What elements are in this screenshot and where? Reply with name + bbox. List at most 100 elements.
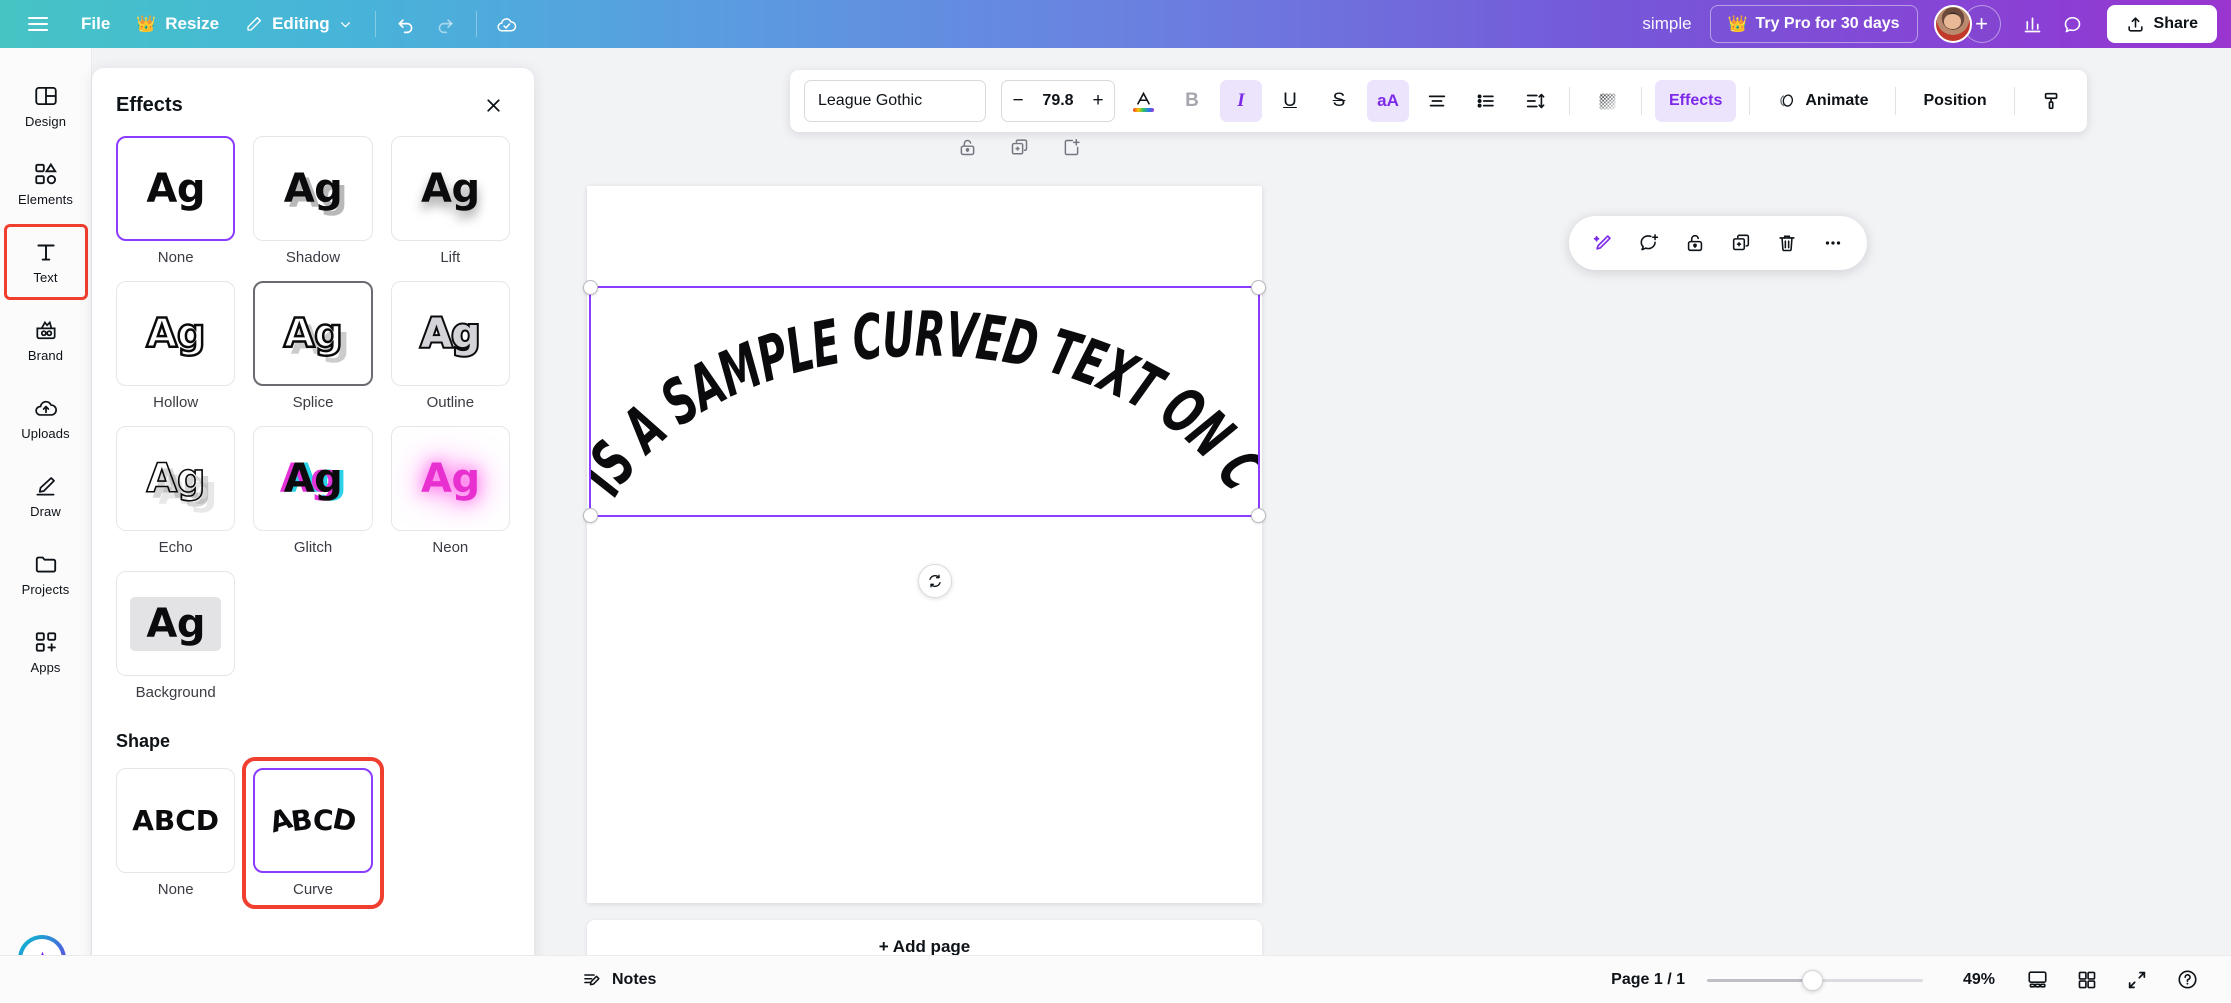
sidebar-item-label: Design — [25, 114, 66, 129]
notes-button[interactable]: Notes — [570, 962, 668, 998]
insights-button[interactable] — [2013, 5, 2053, 43]
zoom-percentage[interactable]: 49% — [1949, 971, 2009, 989]
cloud-saved-button[interactable] — [487, 5, 527, 43]
strikethrough-button[interactable]: S — [1318, 80, 1360, 122]
sidebar-item-design[interactable]: Design — [6, 70, 86, 142]
zoom-slider[interactable] — [1707, 970, 1923, 990]
effects-panel-body[interactable]: Ag None Ag Shadow Ag Lift — [92, 136, 534, 1003]
sidebar-item-text[interactable]: Text — [6, 226, 86, 298]
tune-button[interactable] — [2031, 80, 2073, 122]
undo-button[interactable] — [386, 5, 426, 43]
add-comment-button[interactable] — [1629, 223, 1669, 263]
resize-button[interactable]: 👑 Resize — [123, 7, 232, 41]
effect-label: Splice — [293, 394, 334, 411]
add-page-button[interactable] — [1054, 130, 1088, 164]
zoom-slider-fill — [1707, 979, 1809, 982]
magic-write-button[interactable] — [1583, 223, 1623, 263]
font-size-input[interactable]: 79.8 — [1034, 92, 1082, 110]
hamburger-menu-button[interactable] — [18, 5, 58, 43]
divider — [2014, 87, 2015, 115]
effect-option-splice[interactable]: Ag Splice — [253, 281, 372, 411]
bullet-list-button[interactable] — [1465, 80, 1507, 122]
italic-label: I — [1237, 90, 1244, 112]
shape-label: Curve — [293, 881, 333, 898]
sidebar-item-label: Uploads — [21, 426, 69, 441]
effect-sample-glyph: Ag — [146, 311, 205, 357]
comments-button[interactable] — [2053, 5, 2093, 43]
letter-case-button[interactable]: aA — [1367, 80, 1409, 122]
share-button[interactable]: Share — [2107, 5, 2217, 43]
italic-button[interactable]: I — [1220, 80, 1262, 122]
lock-element-button[interactable] — [1675, 223, 1715, 263]
font-family-selector[interactable]: League Gothic — [804, 80, 986, 122]
line-spacing-button[interactable] — [1514, 80, 1556, 122]
text-align-button[interactable] — [1416, 80, 1458, 122]
effect-option-shadow[interactable]: Ag Shadow — [253, 136, 372, 266]
presentation-icon — [2026, 968, 2049, 991]
pencil-draw-icon — [33, 473, 59, 499]
decrease-font-size-button[interactable]: − — [1002, 81, 1034, 121]
effect-option-neon[interactable]: Ag Neon — [391, 426, 510, 556]
shape-sample-glyph-curved: ABCD — [270, 804, 357, 837]
cloud-upload-icon — [33, 395, 59, 421]
effect-sample-glyph: Ag — [284, 166, 343, 212]
shape-sample-glyph: ABCD — [132, 804, 219, 837]
divider — [1895, 87, 1896, 115]
presentation-button[interactable] — [2015, 960, 2059, 1000]
text-color-button[interactable] — [1122, 80, 1164, 122]
transparency-button[interactable] — [1586, 80, 1628, 122]
effect-option-lift[interactable]: Ag Lift — [391, 136, 510, 266]
zoom-slider-knob[interactable] — [1802, 970, 1823, 991]
shape-option-none[interactable]: ABCD None — [116, 768, 235, 898]
magic-write-icon — [1592, 232, 1614, 254]
editing-mode-button[interactable]: Editing — [232, 7, 365, 41]
duplicate-page-button[interactable] — [1002, 130, 1036, 164]
grid-view-button[interactable] — [2065, 960, 2109, 1000]
sidebar-item-draw[interactable]: Draw — [6, 460, 86, 532]
redo-button[interactable] — [426, 5, 466, 43]
effect-option-outline[interactable]: Ag Outline — [391, 281, 510, 411]
animate-button[interactable]: Animate — [1763, 80, 1882, 122]
effect-preview: Ag — [116, 571, 235, 676]
shape-preview: ABCD — [116, 768, 235, 873]
shape-preview: ABCD — [253, 768, 372, 873]
help-button[interactable] — [2165, 960, 2209, 1000]
sidebar-item-elements[interactable]: Elements — [6, 148, 86, 220]
effects-button[interactable]: Effects — [1655, 80, 1736, 122]
delete-element-button[interactable] — [1767, 223, 1807, 263]
canvas-workspace[interactable]: League Gothic − 79.8 + B I — [534, 48, 2231, 955]
avatar[interactable] — [1934, 5, 1972, 43]
notes-icon — [582, 970, 602, 990]
add-page-button-large[interactable]: + Add page — [587, 920, 1262, 955]
lock-page-button[interactable] — [950, 130, 984, 164]
increase-font-size-button[interactable]: + — [1082, 81, 1114, 121]
bold-label: B — [1185, 90, 1199, 112]
rotate-handle[interactable] — [918, 564, 952, 598]
sidebar-item-brand[interactable]: Brand — [6, 304, 86, 376]
try-pro-button[interactable]: 👑 Try Pro for 30 days — [1710, 5, 1918, 43]
underline-button[interactable]: U — [1269, 80, 1311, 122]
effect-option-hollow[interactable]: Ag Hollow — [116, 281, 235, 411]
sidebar-item-apps[interactable]: Apps — [6, 616, 86, 688]
minus-icon: − — [1012, 90, 1023, 112]
divider — [476, 11, 477, 37]
sidebar-item-uploads[interactable]: Uploads — [6, 382, 86, 454]
curved-text-element[interactable]: THIS IS A SAMPLE CURVED TEXT ON CANVA — [589, 286, 1260, 517]
effect-label: Echo — [159, 539, 193, 556]
more-options-button[interactable] — [1813, 223, 1853, 263]
close-panel-button[interactable] — [476, 88, 510, 122]
sidebar-item-projects[interactable]: Projects — [6, 538, 86, 610]
resize-label: Resize — [165, 14, 219, 34]
bold-button[interactable]: B — [1171, 80, 1213, 122]
effect-option-echo[interactable]: Ag Echo — [116, 426, 235, 556]
position-button[interactable]: Position — [1909, 80, 2000, 122]
effect-option-background[interactable]: Ag Background — [116, 571, 235, 701]
comment-add-icon — [1638, 232, 1660, 254]
effect-option-glitch[interactable]: Ag Glitch — [253, 426, 372, 556]
duplicate-element-button[interactable] — [1721, 223, 1761, 263]
shape-option-curve[interactable]: ABCD Curve — [253, 768, 372, 898]
document-title[interactable]: simple — [1624, 14, 1709, 34]
fullscreen-button[interactable] — [2115, 960, 2159, 1000]
file-menu-button[interactable]: File — [68, 7, 123, 41]
effect-option-none[interactable]: Ag None — [116, 136, 235, 266]
